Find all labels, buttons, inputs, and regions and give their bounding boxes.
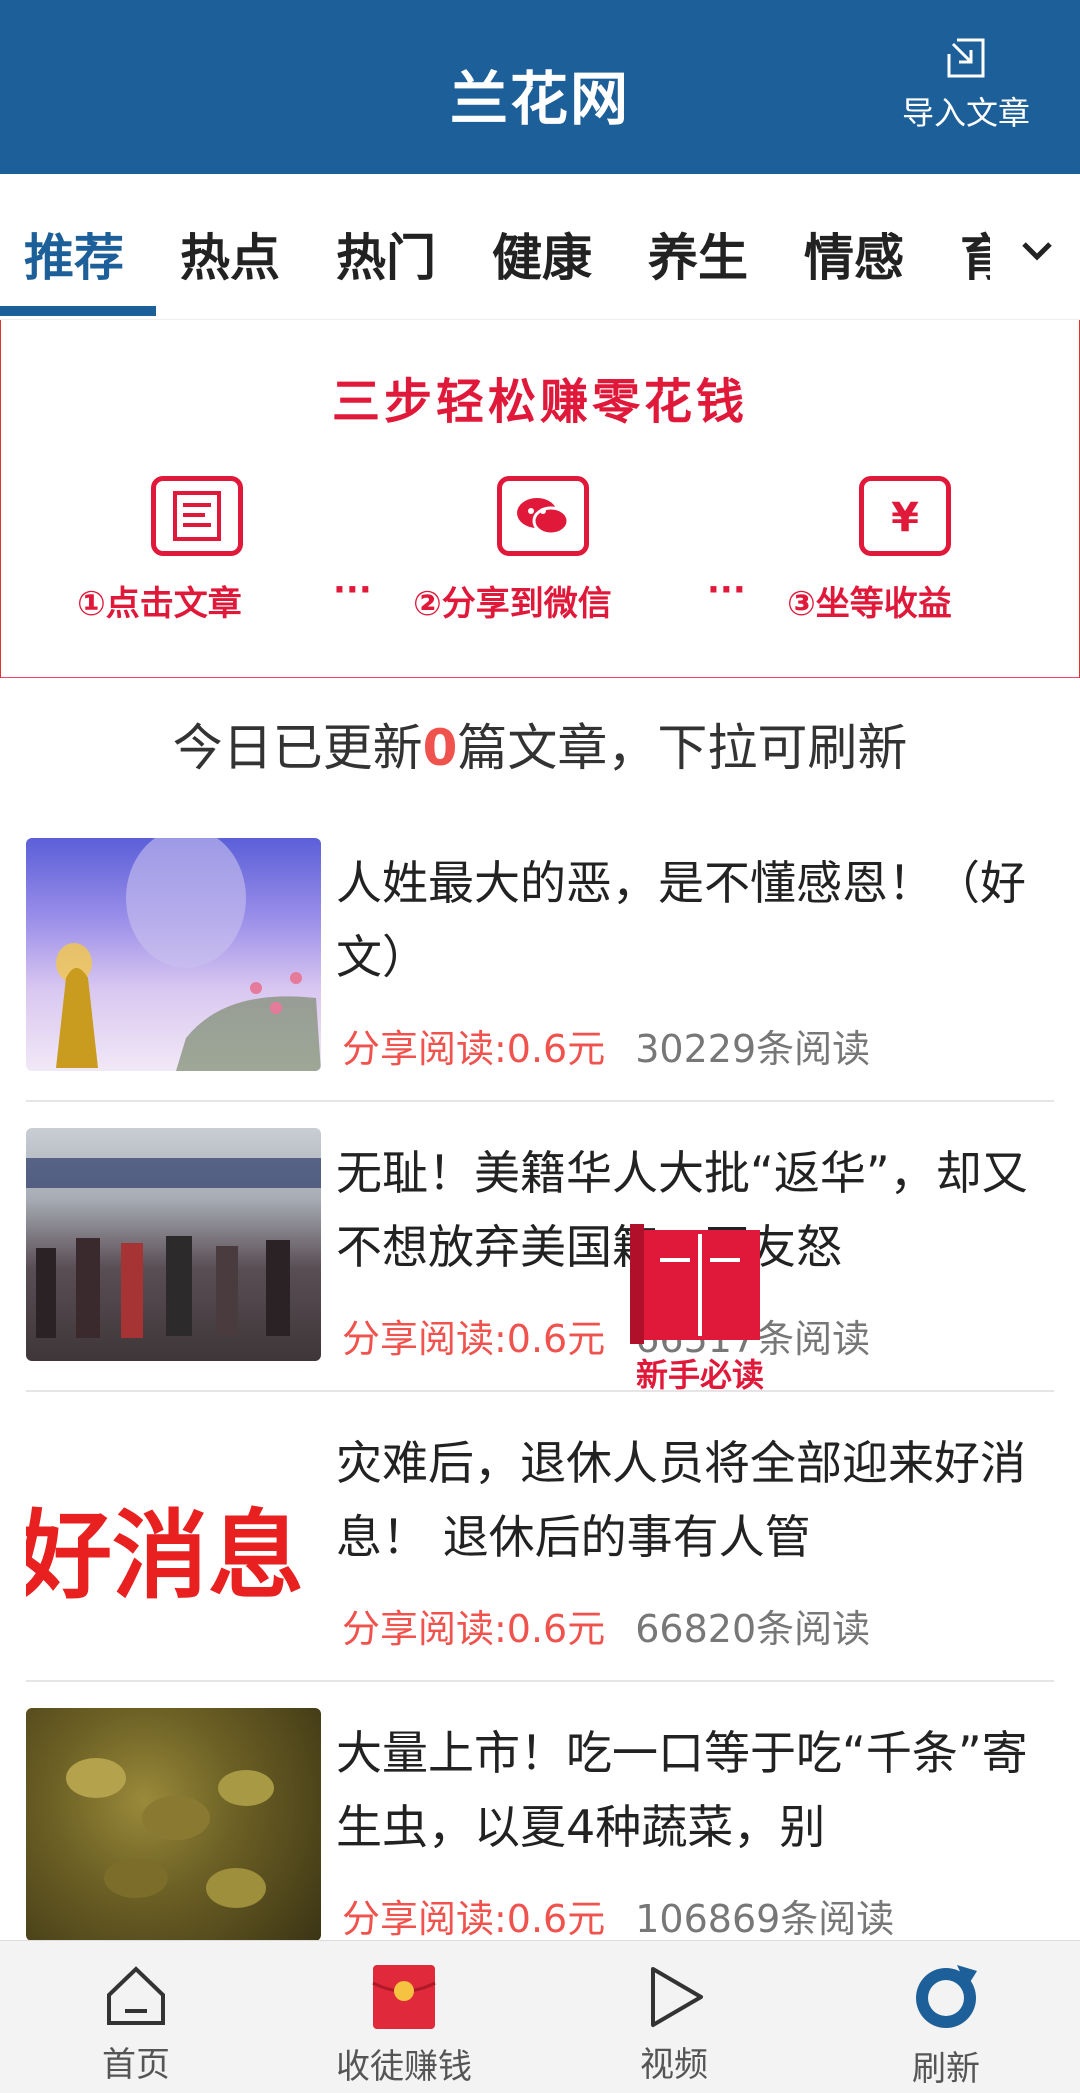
share-reward: 分享阅读:0.6元 xyxy=(342,1027,606,1071)
import-icon xyxy=(947,38,985,78)
tab-hotspot[interactable]: 热点 xyxy=(180,218,280,290)
category-tabs: 推荐 热点 热门 健康 养生 情感 育 xyxy=(0,174,1080,320)
article-item[interactable]: 好消息 灾难后，退休人员将全部迎来好消息！ 退休后的事有人管 分享阅读:0.6元… xyxy=(0,1418,1080,1708)
article-meta: 分享阅读:0.6元 30229条阅读 xyxy=(342,1018,870,1073)
article-thumbnail xyxy=(26,838,321,1071)
red-envelope-icon xyxy=(372,1965,436,2029)
bottom-navigation: 首页 收徒赚钱 视频 刷新 xyxy=(0,1940,1080,2093)
nav-label: 刷新 xyxy=(912,2049,980,2089)
tab-emotion[interactable]: 情感 xyxy=(804,218,904,290)
divider xyxy=(26,1680,1054,1682)
tab-wellness[interactable]: 养生 xyxy=(648,218,748,290)
nav-label: 首页 xyxy=(102,2045,170,2085)
step-1-label: ①点击文章 xyxy=(77,584,242,624)
read-count: 66820条阅读 xyxy=(635,1607,871,1651)
nav-home[interactable]: 首页 xyxy=(36,1941,236,2093)
tab-recommend[interactable]: 推荐 xyxy=(24,218,124,290)
thumbnail-text: 好消息 xyxy=(26,1500,304,1612)
article-item[interactable]: 无耻！美籍华人大批“返华”，却又不想放弃美国籍，网友怒 分享阅读:0.6元665… xyxy=(0,1128,1080,1418)
article-meta: 分享阅读:0.6元66517条阅读 xyxy=(342,1308,870,1363)
article-thumbnail xyxy=(26,1128,321,1361)
share-reward: 分享阅读:0.6元 xyxy=(342,1317,606,1361)
tab-partial[interactable]: 育 xyxy=(960,218,990,290)
article-icon xyxy=(151,476,243,556)
article-meta: 分享阅读:0.6元 106869条阅读 xyxy=(342,1888,894,1943)
guide-label: 新手必读 xyxy=(635,1356,764,1394)
update-count: 0 xyxy=(422,719,458,777)
article-title: 灾难后，退休人员将全部迎来好消息！ 退休后的事有人管 xyxy=(336,1436,1026,1564)
step-separator: ··· xyxy=(707,570,746,610)
update-notice: 今日已更新0篇文章，下拉可刷新 xyxy=(0,708,1080,780)
nav-video[interactable]: 视频 xyxy=(574,1941,774,2093)
nav-label: 视频 xyxy=(640,2045,708,2085)
notice-prefix: 今日已更新 xyxy=(172,719,423,777)
divider xyxy=(26,1100,1054,1102)
share-reward: 分享阅读:0.6元 xyxy=(342,1897,606,1941)
step-separator: ··· xyxy=(333,570,372,610)
chevron-down-icon[interactable] xyxy=(1012,226,1062,276)
article-title: 人姓最大的恶，是不懂感恩！（好文） xyxy=(336,856,1026,984)
app-header: 兰花网 导入文章 xyxy=(0,0,1080,174)
active-tab-indicator xyxy=(0,306,156,316)
divider xyxy=(26,1390,1054,1392)
article-thumbnail: 好消息 xyxy=(26,1418,321,1651)
article-title: 大量上市！吃一口等于吃“千条”寄生虫，以夏4种蔬菜，别 xyxy=(336,1726,1028,1854)
play-icon xyxy=(651,1967,703,2027)
nav-label: 收徒赚钱 xyxy=(336,2047,472,2087)
earn-money-banner[interactable]: 三步轻松赚零花钱 ¥ ①点击文章 ··· ②分享到微信 ··· ③坐等收益 xyxy=(0,320,1080,678)
import-article-button[interactable]: 导入文章 xyxy=(876,30,1056,150)
nav-refresh[interactable]: 刷新 xyxy=(846,1941,1046,2093)
step-3-label: ③坐等收益 xyxy=(787,584,952,624)
step-2-label: ②分享到微信 xyxy=(413,584,612,624)
refresh-icon xyxy=(916,1965,977,2028)
promo-title: 三步轻松赚零花钱 xyxy=(331,374,748,430)
article-thumbnail xyxy=(26,1708,321,1941)
tab-popular[interactable]: 热门 xyxy=(336,218,436,290)
yuan-icon: ¥ xyxy=(859,476,951,556)
read-count: 106869条阅读 xyxy=(635,1897,895,1941)
tab-health[interactable]: 健康 xyxy=(492,218,592,290)
red-book-icon xyxy=(630,1224,760,1344)
home-icon xyxy=(107,1966,165,2025)
read-count: 30229条阅读 xyxy=(635,1027,871,1071)
wechat-icon xyxy=(497,476,589,556)
article-item[interactable]: 人姓最大的恶，是不懂感恩！（好文） 分享阅读:0.6元 30229条阅读 xyxy=(0,838,1080,1128)
import-label: 导入文章 xyxy=(901,94,1030,132)
share-reward: 分享阅读:0.6元 xyxy=(342,1607,606,1651)
nav-recruit[interactable]: 收徒赚钱 xyxy=(304,1941,504,2093)
article-meta: 分享阅读:0.6元 66820条阅读 xyxy=(342,1598,870,1653)
beginner-guide-button[interactable]: 新手必读 xyxy=(620,1220,780,1394)
notice-suffix: 篇文章，下拉可刷新 xyxy=(457,719,908,777)
svg-text:¥: ¥ xyxy=(891,495,919,541)
